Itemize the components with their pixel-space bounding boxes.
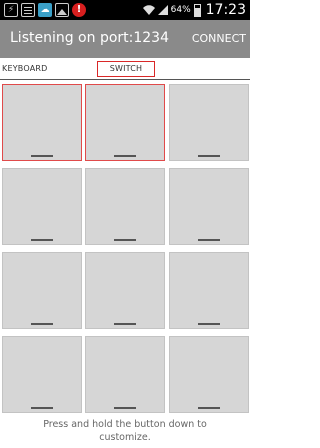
switch-button[interactable] (85, 168, 165, 245)
switch-button[interactable] (2, 252, 82, 329)
switch-button[interactable] (2, 168, 82, 245)
status-bar: ⚡ ☁ ! 64% 17:23 (0, 0, 250, 20)
switch-indicator (31, 407, 53, 409)
tab-keyboard[interactable]: KEYBOARD (2, 64, 47, 73)
switch-indicator (114, 323, 136, 325)
battery-icon (193, 3, 201, 17)
switch-indicator (198, 155, 220, 157)
switch-button[interactable] (2, 336, 82, 413)
clock: 17:23 (205, 2, 246, 18)
switch-indicator (114, 407, 136, 409)
switch-indicator (31, 155, 53, 157)
switch-button[interactable] (169, 84, 249, 161)
switch-button[interactable] (85, 252, 165, 329)
warning-icon: ! (72, 3, 86, 17)
switch-indicator (198, 239, 220, 241)
switch-button[interactable] (85, 336, 165, 413)
switch-indicator (31, 323, 53, 325)
image-icon (55, 3, 69, 17)
usb-icon: ⚡ (4, 3, 18, 17)
battery-percent: 64% (170, 5, 191, 15)
switch-indicator (114, 239, 136, 241)
switch-button[interactable] (2, 84, 82, 161)
app-title: Listening on port:1234 (10, 30, 169, 46)
wifi-icon (142, 5, 155, 15)
tab-bar: KEYBOARD SWITCH (0, 58, 250, 80)
switch-indicator (114, 155, 136, 157)
notification-icons: ⚡ ☁ ! (4, 3, 86, 17)
cloud-icon: ☁ (38, 3, 52, 17)
switch-indicator (198, 407, 220, 409)
switch-indicator (31, 239, 53, 241)
switch-indicator (198, 323, 220, 325)
notification-icon (21, 3, 35, 17)
instruction-text: Press and hold the button down to custom… (43, 419, 207, 443)
switch-button[interactable] (169, 336, 249, 413)
connect-button[interactable]: CONNECT (192, 32, 246, 45)
switch-button[interactable] (169, 252, 249, 329)
tab-switch[interactable]: SWITCH (97, 61, 155, 77)
status-indicators: 64% 17:23 (142, 2, 246, 18)
signal-icon (157, 5, 168, 15)
action-bar: Listening on port:1234 CONNECT (0, 20, 250, 58)
switch-button[interactable] (85, 84, 165, 161)
switch-button[interactable] (169, 168, 249, 245)
